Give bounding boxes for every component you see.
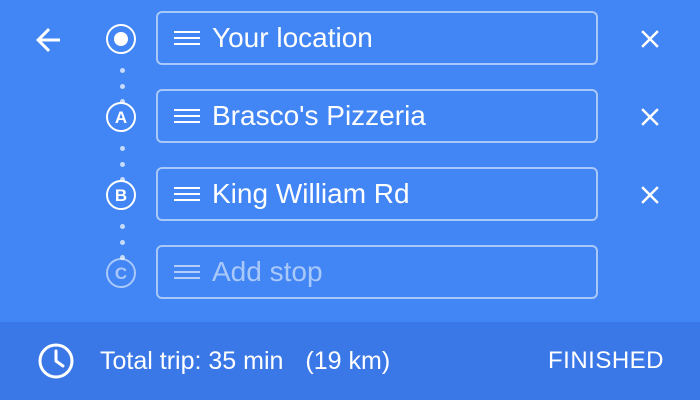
stop-row-b: B King William Rd (0, 167, 700, 223)
origin-marker (105, 23, 137, 55)
origin-value: Your location (212, 22, 373, 53)
drag-handle-icon (174, 261, 200, 283)
trip-summary: Total trip: 35 min (19 km) (100, 322, 390, 400)
stop-marker-c: C (105, 257, 137, 289)
drag-handle-icon[interactable] (174, 183, 200, 205)
add-stop-placeholder: Add stop (212, 256, 323, 287)
stop-b-value: King William Rd (212, 178, 410, 209)
stop-row-origin: Your location (0, 11, 700, 67)
trip-time: Total trip: 35 min (100, 346, 284, 375)
remove-origin-button[interactable] (626, 18, 674, 60)
drag-handle-icon[interactable] (174, 27, 200, 49)
remove-stop-b-button[interactable] (626, 174, 674, 216)
stop-letter-b: B (106, 180, 136, 210)
stop-b-field[interactable]: King William Rd (156, 167, 598, 221)
remove-stop-a-button[interactable] (626, 96, 674, 138)
close-icon (641, 108, 659, 126)
stop-marker-b: B (105, 179, 137, 211)
stop-a-field[interactable]: Brasco's Pizzeria (156, 89, 598, 143)
close-icon (641, 186, 659, 204)
stop-a-value: Brasco's Pizzeria (212, 100, 426, 131)
stop-marker-a: A (105, 101, 137, 133)
stop-row-c: C Add stop (0, 245, 700, 301)
close-icon (641, 30, 659, 48)
my-location-icon (106, 24, 136, 54)
clock-icon (38, 343, 74, 379)
trip-distance: (19 km) (305, 346, 391, 375)
finished-button[interactable]: FINISHED (548, 322, 664, 400)
origin-field[interactable]: Your location (156, 11, 598, 65)
stop-row-a: A Brasco's Pizzeria (0, 89, 700, 145)
stop-letter-a: A (106, 102, 136, 132)
add-stop-field[interactable]: Add stop (156, 245, 598, 299)
stop-letter-c: C (106, 258, 136, 288)
trip-footer: Total trip: 35 min (19 km) FINISHED (0, 322, 700, 400)
drag-handle-icon[interactable] (174, 105, 200, 127)
directions-panel: Your location A Brasco's Pizzeria B King… (0, 0, 700, 322)
